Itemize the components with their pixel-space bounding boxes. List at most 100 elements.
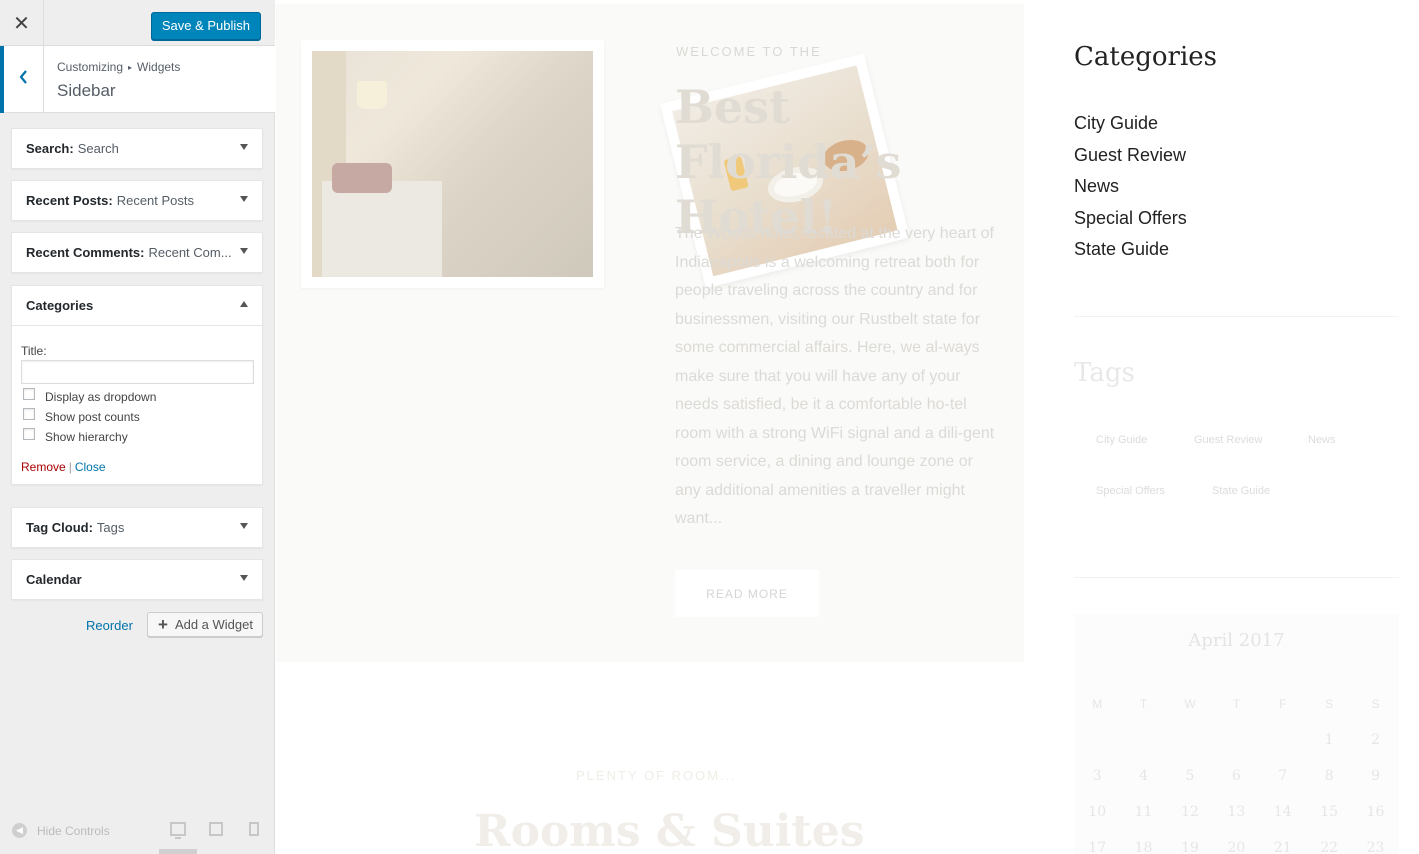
calendar-day: 4 [1139, 768, 1149, 784]
expand-arrow-icon[interactable] [240, 144, 248, 150]
breadcrumb: Customizing ▸ Widgets [57, 60, 180, 74]
weekday: S [1325, 697, 1334, 711]
calendar-day: 6 [1231, 768, 1241, 784]
hero-pre-title: WELCOME TO THE [676, 44, 822, 59]
widget-recent-posts-header[interactable]: Recent Posts: Recent Posts [12, 181, 262, 220]
dropdown-checkbox[interactable] [23, 388, 35, 400]
calendar-day: 16 [1366, 804, 1385, 820]
widget-title: Recent Com... [148, 245, 232, 260]
category-link[interactable]: News [1074, 171, 1187, 203]
tag-link[interactable]: Special Offers [1096, 485, 1165, 497]
calendar-day: 5 [1185, 768, 1195, 784]
category-link[interactable]: Special Offers [1074, 203, 1187, 235]
categories-list: City Guide Guest Review News Special Off… [1074, 108, 1187, 266]
weekday: F [1279, 697, 1287, 711]
widget-type: Tag Cloud: [26, 520, 93, 535]
post-counts-option[interactable]: Show post counts [21, 408, 253, 424]
remove-link[interactable]: Remove [21, 460, 66, 474]
calendar-day: 7 [1278, 768, 1288, 784]
site-preview: WELCOME TO THE Best Florida’s Hotel! The… [276, 0, 1419, 854]
expand-arrow-icon[interactable] [240, 575, 248, 581]
calendar-day: 19 [1181, 840, 1199, 854]
widget-recent-comments-header[interactable]: Recent Comments: Recent Com... [12, 233, 262, 272]
desktop-preview-icon[interactable] [170, 822, 186, 839]
calendar-day: 9 [1371, 768, 1380, 784]
widget-recent-posts: Recent Posts: Recent Posts [11, 180, 263, 221]
reorder-link[interactable]: Reorder [86, 618, 133, 633]
tag-link[interactable]: News [1308, 434, 1336, 446]
dropdown-option[interactable]: Display as dropdown [21, 388, 253, 404]
calendar-day: 15 [1320, 804, 1339, 820]
title-input[interactable] [21, 360, 254, 384]
widget-categories: Categories Title: Display as dropdown Sh… [11, 285, 263, 485]
site-sidebar: Categories City Guide Guest Review News … [1074, 0, 1404, 854]
calendar-weekday-row: M T W T F S S [1074, 686, 1399, 722]
expand-arrow-icon[interactable] [240, 523, 248, 529]
widget-categories-header[interactable]: Categories [12, 286, 262, 325]
title-label: Title: [21, 344, 47, 358]
chevron-left-icon [19, 70, 28, 89]
weekday: S [1371, 697, 1380, 711]
tag-link[interactable]: Guest Review [1194, 434, 1262, 446]
mobile-preview-icon[interactable] [249, 822, 259, 836]
calendar-day: 12 [1181, 804, 1199, 820]
hierarchy-checkbox[interactable] [23, 428, 35, 440]
section-name: Sidebar [57, 81, 116, 100]
category-link[interactable]: Guest Review [1074, 140, 1187, 172]
tag-link[interactable]: City Guide [1096, 434, 1147, 446]
expand-arrow-icon[interactable] [240, 248, 248, 254]
hero-text: The Woods hotel, located at the very hea… [675, 225, 995, 527]
back-button[interactable] [0, 46, 44, 113]
tag-link[interactable]: State Guide [1212, 485, 1270, 497]
close-link[interactable]: Close [75, 460, 106, 474]
section-title-bar: Customizing ▸ Widgets Sidebar [0, 46, 275, 113]
widget-calendar-header[interactable]: Calendar [12, 560, 262, 599]
calendar-day: 13 [1227, 804, 1246, 820]
active-device-indicator [159, 849, 197, 854]
category-link[interactable]: City Guide [1074, 108, 1187, 140]
weekday: T [1139, 697, 1148, 711]
calendar-day: 14 [1273, 804, 1292, 820]
calendar-day: 8 [1324, 768, 1334, 784]
tablet-preview-icon[interactable] [209, 822, 223, 836]
widget-recent-comments: Recent Comments: Recent Com... [11, 232, 263, 273]
hero-section: WELCOME TO THE Best Florida’s Hotel! The… [276, 4, 1024, 662]
calendar-day: 21 [1273, 840, 1292, 854]
hotel-room-photo [301, 40, 604, 288]
calendar-day: 17 [1088, 840, 1107, 854]
widget-type: Recent Comments: [26, 245, 145, 260]
add-widget-button[interactable]: + Add a Widget [147, 612, 263, 637]
customizer-footer: ◀ Hide Controls [0, 810, 275, 854]
add-widget-label: Add a Widget [174, 617, 253, 632]
close-icon[interactable]: ✕ [0, 0, 44, 46]
calendar-day: 20 [1227, 840, 1246, 854]
rooms-title: Rooms & Suites [474, 806, 865, 854]
widget-tag-cloud-header[interactable]: Tag Cloud: Tags [12, 508, 262, 547]
calendar-week: 10 11 12 13 14 15 16 [1074, 794, 1399, 830]
plus-icon: + [158, 614, 168, 634]
arrow-left-circle-icon: ◀ [12, 823, 27, 838]
rooms-pre-title: PLENTY OF ROOM... [576, 768, 737, 783]
hide-controls-button[interactable]: ◀ Hide Controls [12, 823, 110, 838]
hide-controls-label: Hide Controls [37, 823, 110, 838]
post-counts-checkbox[interactable] [23, 408, 35, 420]
hotel-room-image [312, 51, 593, 277]
calendar-week: 3 4 5 6 7 8 9 [1074, 758, 1399, 794]
dropdown-checkbox-label: Display as dropdown [45, 390, 157, 404]
expand-arrow-icon[interactable] [240, 196, 248, 202]
calendar-day: 1 [1324, 732, 1334, 748]
calendar-week: 1 2 [1074, 722, 1399, 758]
category-link[interactable]: State Guide [1074, 234, 1187, 266]
widget-search-header[interactable]: Search: Search [12, 129, 262, 168]
widget-actions: Remove | Close [21, 460, 253, 474]
calendar-day: 10 [1088, 804, 1107, 820]
calendar-month: April 2017 [1188, 630, 1285, 651]
hierarchy-checkbox-label: Show hierarchy [45, 430, 128, 444]
hierarchy-option[interactable]: Show hierarchy [21, 428, 253, 444]
collapse-arrow-icon[interactable] [240, 301, 248, 307]
read-more-button[interactable]: READ MORE [675, 570, 819, 617]
save-publish-button[interactable]: Save & Publish [150, 12, 261, 40]
weekday: T [1232, 697, 1241, 711]
customizer-header: ✕ Save & Publish [0, 0, 275, 46]
breadcrumb-widgets: Widgets [137, 60, 181, 74]
